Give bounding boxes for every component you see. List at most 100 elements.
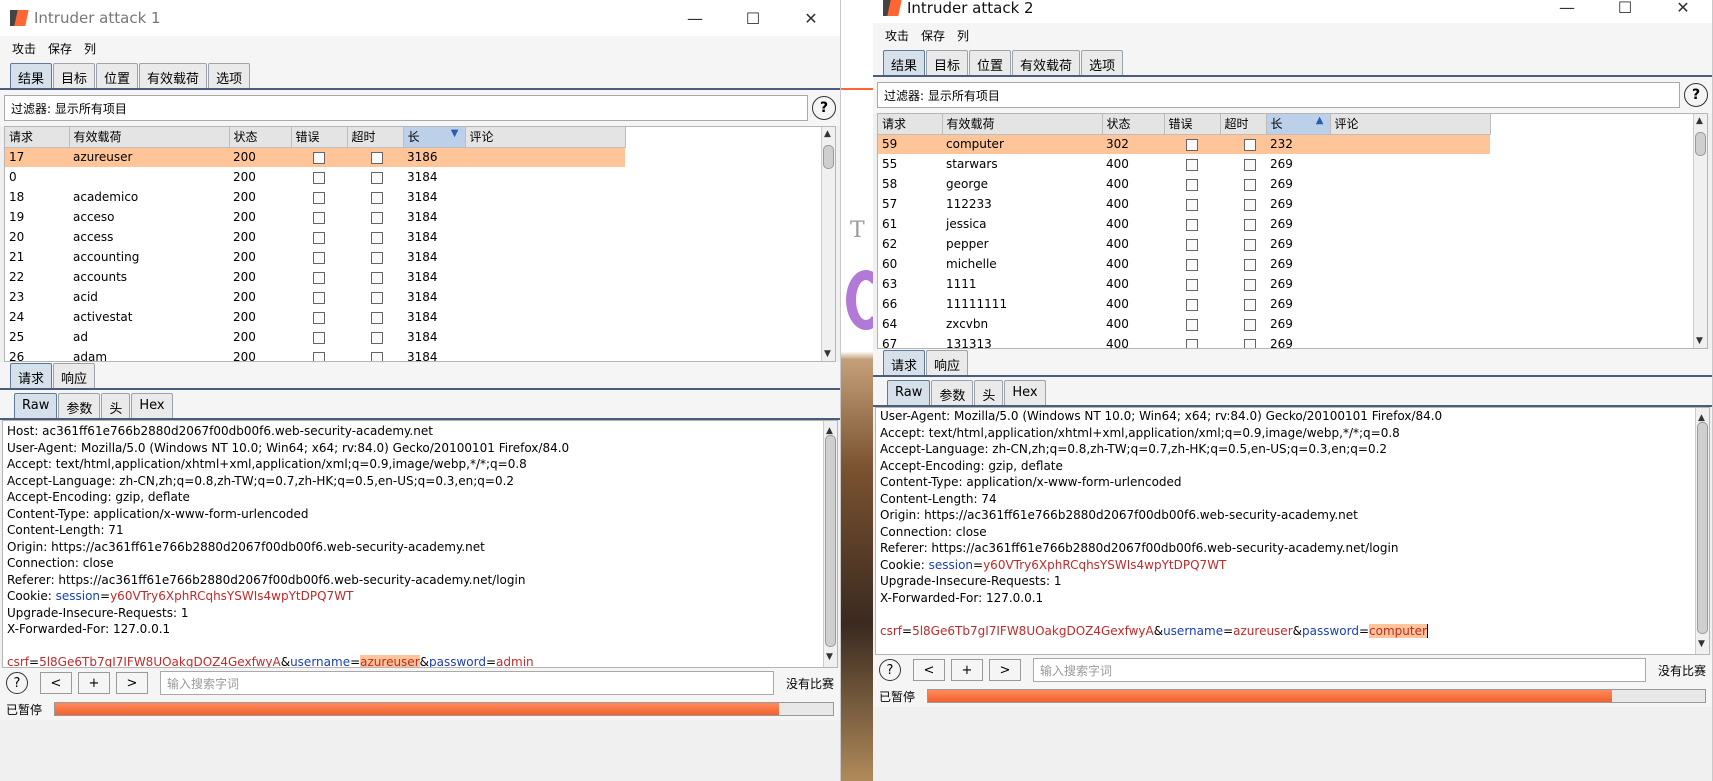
minimize-icon[interactable]: —	[666, 0, 724, 36]
maximize-icon[interactable]: ☐	[724, 0, 782, 36]
editor-scrollbar[interactable]: ▲ ▼	[1695, 408, 1709, 654]
table-row[interactable]: 63 1111 400 269	[878, 274, 1490, 294]
timeout-checkbox[interactable]	[371, 191, 383, 204]
timeout-checkbox[interactable]	[1244, 298, 1256, 311]
timeout-checkbox[interactable]	[371, 271, 383, 284]
column-header-3[interactable]: 错误	[291, 127, 348, 148]
next-match-button[interactable]: >	[989, 659, 1021, 681]
view-tab-3[interactable]: Hex	[1004, 380, 1046, 405]
error-checkbox[interactable]	[313, 351, 325, 361]
error-checkbox[interactable]	[1186, 318, 1198, 331]
table-row[interactable]: 20 access 200 3184	[5, 227, 625, 247]
error-checkbox[interactable]	[313, 331, 325, 344]
table-row[interactable]: 66 11111111 400 269	[878, 294, 1490, 314]
timeout-checkbox[interactable]	[1244, 258, 1256, 271]
request-editor[interactable]: Host: ac361ff61e766b2880d2067f00db00f6.w…	[2, 420, 838, 668]
column-header-5[interactable]: 长 ▲	[1266, 114, 1331, 135]
tab-4[interactable]: 选项	[208, 63, 251, 88]
view-tab-3[interactable]: Hex	[131, 393, 173, 418]
subtab-0[interactable]: 请求	[883, 350, 926, 375]
subtab-0[interactable]: 请求	[10, 363, 53, 388]
timeout-checkbox[interactable]	[371, 351, 383, 361]
view-tab-0[interactable]: Raw	[887, 380, 931, 405]
menu-2[interactable]: 列	[957, 27, 969, 44]
view-tab-1[interactable]: 参数	[931, 380, 974, 405]
timeout-checkbox[interactable]	[1244, 198, 1256, 211]
tab-0[interactable]: 结果	[883, 50, 926, 75]
column-header-4[interactable]: 超时	[1220, 114, 1267, 135]
table-row[interactable]: 62 pepper 400 269	[878, 234, 1490, 254]
table-row[interactable]: 59 computer 302 232	[878, 134, 1490, 154]
table-row[interactable]: 17 azureuser 200 3186	[5, 147, 625, 167]
menu-1[interactable]: 保存	[921, 27, 945, 44]
help-icon[interactable]: ?	[6, 672, 28, 694]
filter-bar[interactable]: 过滤器: 显示所有项目	[877, 82, 1680, 108]
menu-2[interactable]: 列	[84, 40, 96, 57]
column-header-4[interactable]: 超时	[347, 127, 404, 148]
table-row[interactable]: 0 200 3184	[5, 167, 625, 187]
scroll-down-icon[interactable]: ▼	[826, 649, 833, 666]
tab-1[interactable]: 目标	[926, 50, 969, 75]
table-row[interactable]: 19 acceso 200 3184	[5, 207, 625, 227]
table-row[interactable]: 60 michelle 400 269	[878, 254, 1490, 274]
scroll-thumb[interactable]	[823, 145, 834, 169]
view-tab-1[interactable]: 参数	[58, 393, 101, 418]
table-row[interactable]: 26 adam 200 3184	[5, 347, 625, 361]
subtab-1[interactable]: 响应	[926, 350, 969, 375]
timeout-checkbox[interactable]	[371, 311, 383, 324]
timeout-checkbox[interactable]	[1244, 338, 1256, 348]
close-icon[interactable]: ✕	[1654, 0, 1712, 26]
tab-3[interactable]: 有效载荷	[139, 63, 208, 88]
timeout-checkbox[interactable]	[1244, 138, 1256, 151]
timeout-checkbox[interactable]	[371, 231, 383, 244]
column-header-6[interactable]: 评论	[465, 127, 626, 148]
error-checkbox[interactable]	[1186, 178, 1198, 191]
error-checkbox[interactable]	[1186, 338, 1198, 348]
editor-scrollbar[interactable]: ▲ ▼	[823, 421, 837, 667]
close-icon[interactable]: ✕	[782, 0, 840, 36]
previous-match-button[interactable]: <	[913, 659, 945, 681]
column-header-6[interactable]: 评论	[1330, 114, 1491, 135]
error-checkbox[interactable]	[1186, 218, 1198, 231]
menu-1[interactable]: 保存	[48, 40, 72, 57]
previous-match-button[interactable]: <	[40, 672, 72, 694]
timeout-checkbox[interactable]	[1244, 178, 1256, 191]
table-row[interactable]: 21 accounting 200 3184	[5, 247, 625, 267]
column-header-1[interactable]: 有效载荷	[69, 127, 230, 148]
table-scrollbar[interactable]: ▲ ▼	[821, 127, 835, 361]
timeout-checkbox[interactable]	[1244, 278, 1256, 291]
view-tab-2[interactable]: 头	[101, 393, 131, 418]
title-bar[interactable]: Intruder attack 2 — ☐ ✕	[873, 0, 1712, 23]
timeout-checkbox[interactable]	[371, 251, 383, 264]
table-row[interactable]: 22 accounts 200 3184	[5, 267, 625, 287]
help-icon[interactable]: ?	[1684, 83, 1708, 107]
table-row[interactable]: 57 112233 400 269	[878, 194, 1490, 214]
scroll-thumb[interactable]	[1697, 422, 1708, 634]
column-header-3[interactable]: 错误	[1164, 114, 1221, 135]
timeout-checkbox[interactable]	[371, 291, 383, 304]
view-tab-2[interactable]: 头	[974, 380, 1004, 405]
table-row[interactable]: 25 ad 200 3184	[5, 327, 625, 347]
tab-2[interactable]: 位置	[969, 50, 1012, 75]
timeout-checkbox[interactable]	[371, 331, 383, 344]
table-row[interactable]: 55 starwars 400 269	[878, 154, 1490, 174]
scroll-up-icon[interactable]: ▲	[824, 129, 831, 139]
help-icon[interactable]: ?	[879, 659, 901, 681]
search-input[interactable]: 输入搜索字词	[160, 671, 774, 695]
column-header-0[interactable]: 请求	[5, 127, 70, 148]
menu-0[interactable]: 攻击	[885, 27, 909, 44]
scroll-down-icon[interactable]: ▼	[1698, 636, 1705, 653]
error-checkbox[interactable]	[1186, 258, 1198, 271]
timeout-checkbox[interactable]	[1244, 318, 1256, 331]
tab-2[interactable]: 位置	[96, 63, 139, 88]
request-editor[interactable]: User-Agent: Mozilla/5.0 (Windows NT 10.0…	[875, 407, 1710, 655]
error-checkbox[interactable]	[313, 291, 325, 304]
scroll-thumb[interactable]	[1695, 132, 1706, 156]
subtab-1[interactable]: 响应	[53, 363, 96, 388]
column-header-2[interactable]: 状态	[229, 127, 292, 148]
column-header-2[interactable]: 状态	[1102, 114, 1165, 135]
search-input[interactable]: 输入搜索字词	[1033, 658, 1646, 682]
table-row[interactable]: 61 jessica 400 269	[878, 214, 1490, 234]
scroll-thumb[interactable]	[825, 435, 836, 647]
column-header-5[interactable]: 长 ▼	[403, 127, 466, 148]
